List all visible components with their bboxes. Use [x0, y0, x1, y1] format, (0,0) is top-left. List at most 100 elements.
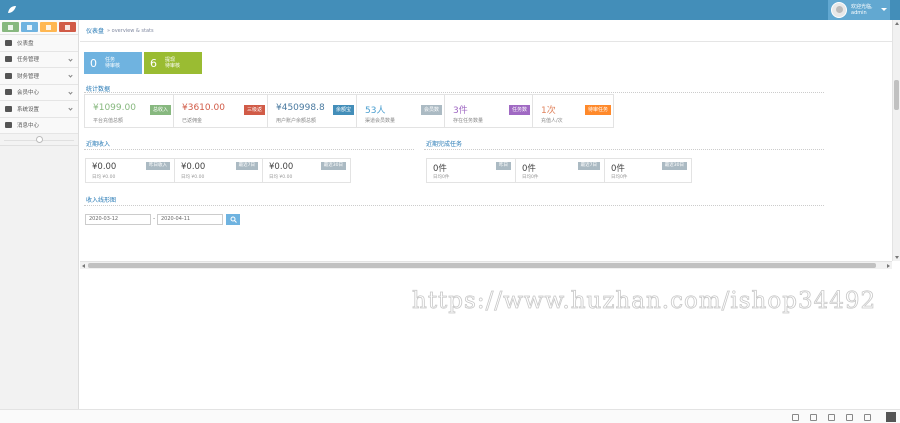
income-card-yesterday: ¥0.00 日均 ¥0.00 昨日收入: [85, 158, 174, 183]
stat-value: 1次: [541, 106, 556, 116]
user-menu[interactable]: 欢迎光临, admin: [828, 0, 890, 20]
stat-tag: 总收入: [149, 105, 171, 115]
start-date-input[interactable]: 2020-03-12: [85, 214, 151, 225]
scroll-up-icon[interactable]: [895, 22, 899, 25]
caret-down-icon: [881, 8, 887, 11]
scroll-left-icon[interactable]: [82, 264, 85, 268]
grid-icon[interactable]: [864, 414, 871, 421]
stat-total-income: ¥1099.00 平台充值总额 总收入: [84, 94, 173, 128]
page-subtitle: » overview & stats: [107, 27, 154, 34]
sidebar-item-messages[interactable]: 消息中心: [0, 117, 78, 134]
end-date-input[interactable]: 2020-04-11: [157, 214, 223, 225]
stat-recharge: 1次 充值人/次 待审任务: [532, 94, 614, 128]
collapse-left-icon[interactable]: [35, 136, 43, 143]
card-value: 0件: [522, 164, 536, 174]
card-tag: 最近7日: [577, 162, 600, 170]
card-label: 日均 ¥0.00: [181, 175, 205, 180]
card-value: 0件: [611, 164, 625, 174]
sidebar-item-label: 系统设置: [17, 106, 40, 113]
horizontal-scrollbar[interactable]: [80, 261, 892, 269]
task-count: 0: [90, 56, 97, 70]
users-icon: [46, 24, 51, 30]
card-tag: 昨日收入: [146, 162, 170, 170]
stat-value: ¥450998.8: [276, 103, 325, 113]
withdraw-pending-box[interactable]: 6 提现 待审核: [144, 52, 202, 74]
date-separator: -: [153, 215, 156, 222]
user-icon: [5, 89, 12, 96]
stat-tag: 待审任务: [584, 105, 611, 115]
bottom-toolbar: [0, 409, 900, 423]
chevron-down-icon: [68, 89, 73, 95]
trash-icon[interactable]: [828, 414, 835, 421]
sidebar-item-label: 仪表盘: [17, 40, 34, 47]
card-value: ¥0.00: [92, 162, 117, 172]
stats-row: ¥1099.00 平台充值总额 总收入 ¥3610.00 已返佣金 三级返 ¥4…: [84, 94, 614, 128]
card-value: ¥0.00: [181, 162, 206, 172]
sidebar-item-finance[interactable]: 财务管理: [0, 68, 78, 85]
avatar: [831, 2, 847, 18]
stat-balance: ¥450998.8 用户账户余额总额 余额宝: [267, 94, 356, 128]
shortcut-users-button[interactable]: [40, 22, 57, 32]
completed-title: 近期完成任务: [426, 141, 463, 148]
speaker-icon[interactable]: [846, 414, 853, 421]
sidebar-item-members[interactable]: 会员中心: [0, 84, 78, 101]
sidebar-item-settings[interactable]: 系统设置: [0, 101, 78, 118]
user-name: admin: [851, 10, 867, 16]
scroll-thumb[interactable]: [894, 80, 899, 110]
card-tag: 最近7日: [235, 162, 258, 170]
stat-members: 53人 渠道会员数量 会员数: [356, 94, 444, 128]
stat-tag: 三级返: [243, 105, 265, 115]
card-label: 日均0件: [433, 175, 450, 180]
chart-icon: [8, 24, 13, 30]
divider: [84, 92, 824, 93]
stat-value: 53人: [365, 106, 386, 116]
page-title: 仪表盘: [86, 28, 105, 35]
stat-tag: 余额宝: [332, 105, 354, 115]
search-button[interactable]: [226, 214, 240, 225]
window-icon[interactable]: [810, 414, 817, 421]
shortcut-settings-button[interactable]: [59, 22, 76, 32]
scroll-top-button[interactable]: [886, 412, 896, 422]
card-label: 日均 ¥0.00: [269, 175, 293, 180]
sidebar-item-dashboard[interactable]: 仪表盘: [0, 35, 78, 52]
card-label: 日均 ¥0.00: [92, 175, 116, 180]
sidebar-item-tasks[interactable]: 任务管理: [0, 51, 78, 68]
task-pending-box[interactable]: 0 任务 待审核: [84, 52, 142, 74]
scroll-down-icon[interactable]: [895, 256, 899, 259]
shortcut-edit-button[interactable]: [21, 22, 38, 32]
shortcut-buttons: [0, 20, 78, 35]
sidebar-item-label: 财务管理: [17, 73, 40, 80]
vertical-scrollbar[interactable]: [892, 20, 900, 261]
pencil-icon: [27, 24, 32, 30]
shortcut-stats-button[interactable]: [2, 22, 19, 32]
chart-title: 收入线形图: [86, 197, 117, 204]
income-card-30days: ¥0.00 日均 ¥0.00 最近30日: [262, 158, 351, 183]
stat-tasks: 3件 存在任务数量 任务数: [444, 94, 532, 128]
dashboard-icon: [5, 39, 12, 46]
stat-label: 存在任务数量: [453, 118, 484, 124]
card-tag: 最近30日: [320, 162, 346, 170]
card-label: 日均0件: [522, 175, 539, 180]
card-tag: 昨日: [496, 162, 511, 170]
sidebar-item-label: 会员中心: [17, 90, 40, 97]
stat-label: 已返佣金: [182, 118, 203, 124]
watermark: https://www.huzhan.com/ishop34492: [412, 288, 877, 315]
leaf-logo-icon: [8, 6, 16, 13]
scroll-right-icon[interactable]: [887, 264, 890, 268]
stat-label: 渠道会员数量: [365, 118, 396, 124]
completed-card-yesterday: 0件 日均0件 昨日: [426, 158, 515, 183]
chevron-down-icon: [68, 73, 73, 78]
stat-label: 平台充值总额: [93, 118, 124, 124]
cogs-icon: [65, 24, 70, 30]
income-title: 近期收入: [86, 141, 111, 148]
task-status: 待审核: [105, 63, 121, 69]
briefcase-icon: [5, 72, 12, 79]
stat-label: 充值人/次: [541, 118, 563, 124]
card-label: 日均0件: [611, 175, 628, 180]
stat-value: ¥3610.00: [182, 103, 225, 113]
divider: [84, 205, 824, 206]
tool-icon[interactable]: [792, 414, 799, 421]
sidebar-collapse-bar[interactable]: [0, 134, 78, 146]
card-tag: 最近30日: [661, 162, 687, 170]
scroll-thumb[interactable]: [88, 263, 876, 268]
